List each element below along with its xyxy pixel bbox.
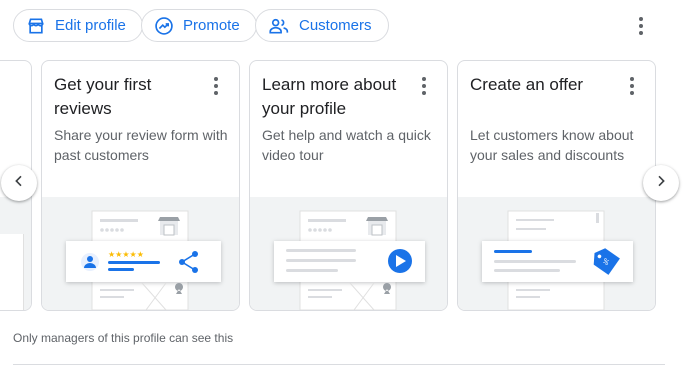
card-title: Learn more about your profile: [262, 75, 397, 118]
card-create-offer[interactable]: Create an offer Let customers know about…: [457, 60, 656, 311]
card-description: Share your review form with past custome…: [54, 127, 228, 163]
card-more-options-icon[interactable]: [629, 77, 635, 95]
edit-profile-label: Edit profile: [55, 17, 126, 34]
card-more-options-icon[interactable]: [213, 77, 219, 95]
chevron-left-icon: [11, 173, 27, 194]
promote-label: Promote: [183, 17, 240, 34]
customers-button[interactable]: Customers: [255, 9, 389, 42]
svg-text:★★★★★: ★★★★★: [108, 250, 144, 259]
trending-up-icon: [154, 16, 174, 36]
review-illustration: ★★★★★: [42, 197, 239, 310]
card-description: Get help and watch a quick video tour: [262, 127, 431, 163]
card-description: Let customers know about your sales and …: [470, 127, 634, 163]
more-options-icon[interactable]: [638, 17, 644, 35]
customers-label: Customers: [299, 17, 372, 34]
carousel-next-button[interactable]: [643, 165, 679, 201]
card-first-reviews[interactable]: Get your first reviews Share your review…: [41, 60, 240, 311]
managers-visibility-note: Only managers of this profile can see th…: [13, 331, 234, 345]
offer-illustration: %: [458, 197, 655, 310]
people-icon: [268, 16, 290, 36]
card-learn-profile[interactable]: Learn more about your profile Get help a…: [249, 60, 448, 311]
card-title: Get your first reviews: [54, 75, 152, 118]
edit-profile-button[interactable]: Edit profile: [13, 9, 143, 42]
promote-button[interactable]: Promote: [141, 9, 257, 42]
chevron-right-icon: [653, 173, 669, 194]
storefront-icon: [26, 16, 46, 36]
card-more-options-icon[interactable]: [421, 77, 427, 95]
card-title: Create an offer: [470, 75, 584, 94]
divider: [13, 364, 665, 365]
video-illustration: [250, 197, 447, 310]
carousel-previous-button[interactable]: [1, 165, 37, 201]
